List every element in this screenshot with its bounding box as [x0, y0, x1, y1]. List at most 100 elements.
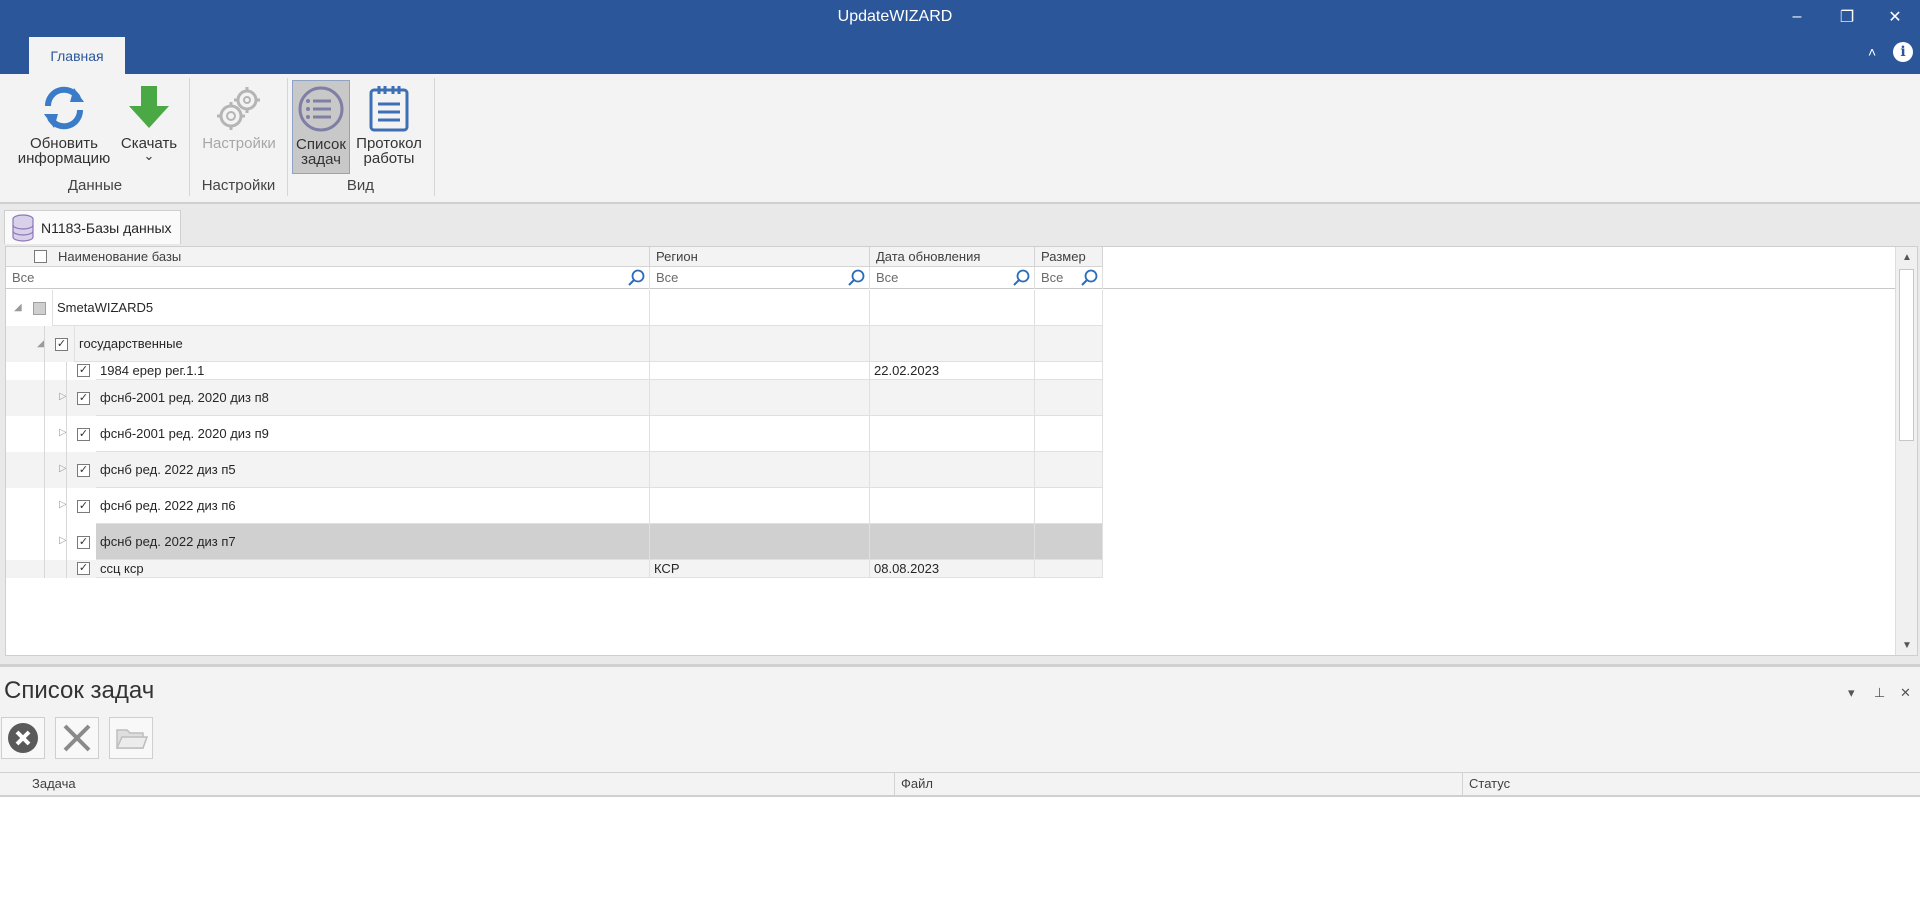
- cell-date: 08.08.2023: [870, 560, 1035, 578]
- tab-main[interactable]: Главная: [29, 37, 125, 74]
- task-list-icon: [293, 81, 349, 137]
- refresh-icon: [36, 80, 92, 136]
- minimize-button[interactable]: –: [1772, 0, 1822, 34]
- cell-region: КСР: [650, 560, 870, 578]
- scroll-up-icon[interactable]: ▲: [1896, 247, 1917, 267]
- filter-name-text: Все: [12, 270, 35, 285]
- cell-date: [870, 290, 1035, 326]
- cell-size: [1035, 452, 1103, 488]
- document-tab[interactable]: N1183-Базы данных: [4, 210, 181, 244]
- ribbon: Обновить информацию Скачать ⌄ Настройки …: [0, 74, 1920, 204]
- filter-name[interactable]: Все: [6, 267, 650, 289]
- databases-grid: Наименование базы Регион Дата обновления…: [5, 246, 1918, 656]
- notepad-icon: [361, 80, 417, 136]
- cell-date: [870, 416, 1035, 452]
- settings-button[interactable]: Настройки: [198, 80, 280, 151]
- column-status-header[interactable]: Статус: [1463, 773, 1920, 795]
- collapse-ribbon-icon[interactable]: ˄: [1868, 44, 1876, 60]
- search-icon: [1013, 269, 1030, 286]
- column-size-header[interactable]: Размер: [1035, 247, 1103, 267]
- scrollbar-thumb[interactable]: [1899, 269, 1914, 441]
- info-icon[interactable]: i: [1893, 42, 1913, 62]
- cell-region: [650, 326, 870, 362]
- row-checkbox[interactable]: [77, 536, 90, 549]
- folder-icon: [115, 729, 148, 749]
- filter-region[interactable]: Все: [650, 267, 870, 289]
- cell-name: фснб ред. 2022 диз п6: [96, 488, 650, 524]
- window-title: UpdateWIZARD: [837, 8, 953, 25]
- table-row[interactable]: ◢ SmetaWIZARD5: [6, 290, 1103, 326]
- column-file-header[interactable]: Файл: [895, 773, 1463, 795]
- table-row[interactable]: ▷ фснб ред. 2022 диз п6: [6, 488, 1103, 524]
- row-checkbox[interactable]: [33, 302, 46, 315]
- table-row[interactable]: ▷ фснб ред. 2022 диз п5: [6, 452, 1103, 488]
- grid-vertical-scrollbar[interactable]: ▲ ▼: [1895, 247, 1917, 655]
- close-button[interactable]: ✕: [1870, 0, 1920, 34]
- task-grid: Задача Файл Статус: [0, 772, 1920, 923]
- task-list-button[interactable]: Список задач: [292, 80, 350, 174]
- select-all-checkbox[interactable]: [34, 250, 47, 263]
- cancel-circle-icon: [8, 723, 38, 753]
- cell-date: 22.02.2023: [870, 362, 1035, 380]
- refresh-label-1: Обновить: [30, 135, 98, 152]
- cell-size: [1035, 326, 1103, 362]
- search-icon: [848, 269, 865, 286]
- database-icon: [12, 213, 34, 242]
- filter-region-text: Все: [656, 270, 679, 285]
- delete-task-button[interactable]: [55, 717, 99, 759]
- tree-line: [44, 326, 45, 578]
- table-row[interactable]: ссц кср КСР 08.08.2023: [6, 560, 1103, 578]
- row-checkbox[interactable]: [77, 500, 90, 513]
- cell-date: [870, 380, 1035, 416]
- cell-size: [1035, 560, 1103, 578]
- cell-name: фснб ред. 2022 диз п7: [96, 524, 650, 560]
- column-task-header[interactable]: Задача: [0, 773, 895, 795]
- work-log-button[interactable]: Протокол работы: [352, 80, 426, 166]
- table-row[interactable]: ▷ фснб-2001 ред. 2020 диз п9: [6, 416, 1103, 452]
- cell-name: фснб-2001 ред. 2020 диз п9: [96, 416, 650, 452]
- group-label-view: Вид: [346, 177, 375, 194]
- filter-date-text: Все: [876, 270, 899, 285]
- filter-date[interactable]: Все: [870, 267, 1035, 289]
- cell-date: [870, 488, 1035, 524]
- table-row[interactable]: ▷ фснб ред. 2022 диз п7: [6, 524, 1103, 560]
- row-checkbox[interactable]: [77, 464, 90, 477]
- panel-dropdown-icon[interactable]: ▾: [1848, 685, 1855, 701]
- table-row[interactable]: ◢ государственные: [6, 326, 1103, 362]
- cell-region: [650, 416, 870, 452]
- panel-close-icon[interactable]: ✕: [1900, 685, 1911, 701]
- cell-region: [650, 290, 870, 326]
- log-label-2: работы: [363, 150, 415, 167]
- open-folder-button[interactable]: [109, 717, 153, 759]
- chevron-down-icon: ⌄: [143, 148, 155, 163]
- task-list-panel: Список задач ▾ ⊥ ✕ Задача Файл Статус: [0, 664, 1920, 923]
- task-list-label-1: Список: [296, 136, 346, 153]
- column-region-header[interactable]: Регион: [650, 247, 870, 267]
- table-row[interactable]: 1984 ерер рег.1.1 22.02.2023: [6, 362, 1103, 380]
- cell-name: ссц кср: [96, 560, 650, 578]
- cell-size: [1035, 488, 1103, 524]
- pin-icon[interactable]: ⊥: [1874, 685, 1885, 701]
- task-list-label-2: задач: [301, 151, 341, 168]
- collapse-icon[interactable]: ◢: [14, 302, 22, 313]
- column-name-header[interactable]: Наименование базы: [6, 247, 650, 267]
- download-button[interactable]: Скачать ⌄: [118, 80, 180, 163]
- download-icon: [121, 80, 177, 136]
- scroll-down-icon[interactable]: ▼: [1896, 635, 1917, 655]
- column-date-header[interactable]: Дата обновления: [870, 247, 1035, 267]
- restore-button[interactable]: ❐: [1822, 0, 1872, 34]
- row-checkbox[interactable]: [77, 428, 90, 441]
- cancel-task-button[interactable]: [1, 717, 45, 759]
- tree-line: [66, 362, 67, 578]
- refresh-info-button[interactable]: Обновить информацию: [14, 80, 114, 166]
- cell-name: фснб ред. 2022 диз п5: [96, 452, 650, 488]
- cell-region: [650, 452, 870, 488]
- cell-size: [1035, 380, 1103, 416]
- row-checkbox[interactable]: [77, 562, 90, 575]
- row-checkbox[interactable]: [77, 364, 90, 377]
- row-checkbox[interactable]: [55, 338, 68, 351]
- table-row[interactable]: ▷ фснб-2001 ред. 2020 диз п8: [6, 380, 1103, 416]
- filter-size[interactable]: Все: [1035, 267, 1103, 289]
- group-label-data: Данные: [67, 177, 123, 194]
- row-checkbox[interactable]: [77, 392, 90, 405]
